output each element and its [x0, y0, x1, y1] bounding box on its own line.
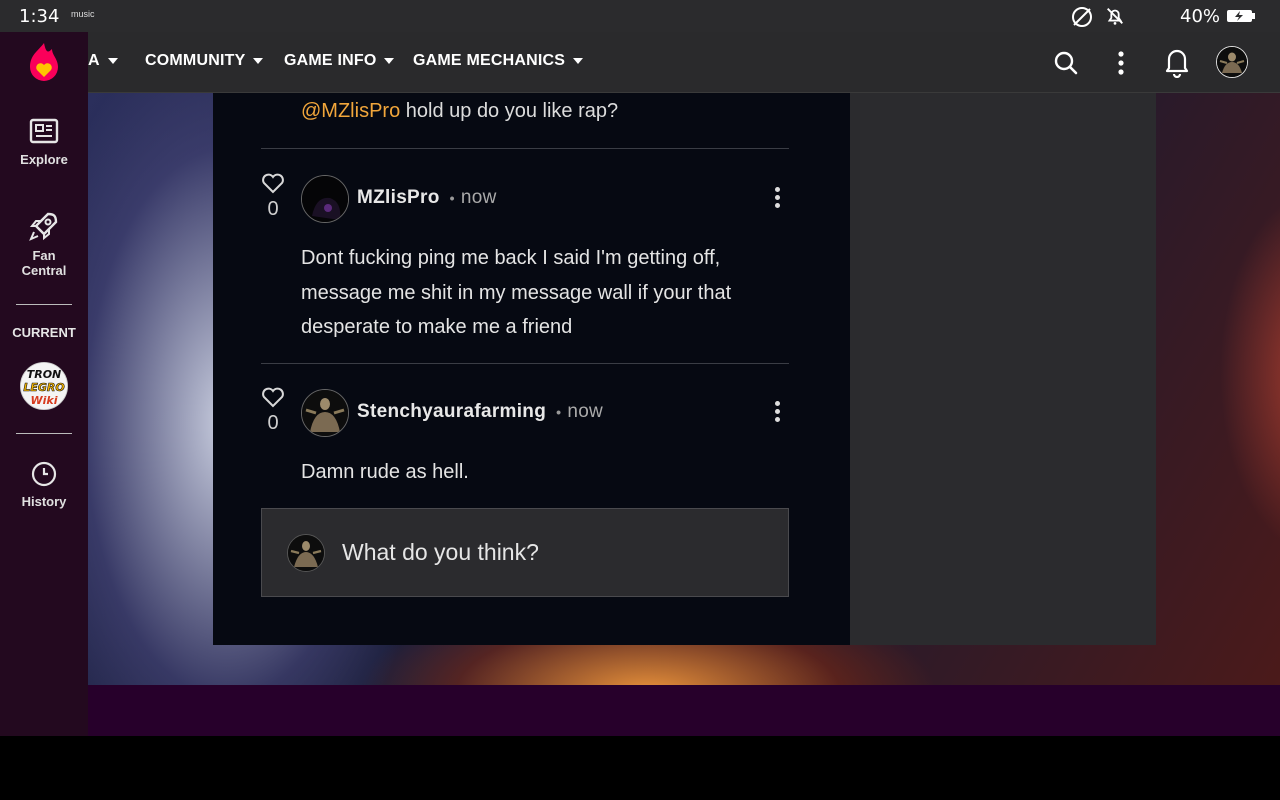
user-avatar[interactable]	[1216, 46, 1248, 78]
search-icon[interactable]	[1053, 50, 1079, 76]
battery-percent: 40%	[1180, 6, 1221, 27]
reply-avatar-image	[302, 176, 348, 222]
nav-item-label: GAME INFO	[284, 52, 377, 69]
nav-item-label: COMMUNITY	[145, 52, 246, 69]
like-count: 0	[267, 412, 279, 434]
current-wiki-avatar[interactable]: TRON LEGRO Wiki	[20, 362, 68, 410]
fandom-logo[interactable]	[0, 32, 88, 92]
reply-divider	[261, 148, 789, 149]
nav-item-game-info[interactable]: GAME INFO	[284, 52, 395, 70]
composer-placeholder: What do you think?	[342, 539, 539, 565]
battery-charging-icon	[1227, 10, 1255, 22]
user-mention-link[interactable]: @MZlisPro	[301, 100, 400, 122]
reply-avatar[interactable]	[301, 389, 349, 437]
reply-options-menu[interactable]	[771, 185, 783, 215]
reply-avatar-image	[302, 390, 348, 436]
reply-username[interactable]: Stenchyaurafarming • now	[357, 401, 603, 423]
reply-options-menu[interactable]	[771, 399, 783, 429]
clock-icon	[31, 461, 57, 487]
separator-dot: •	[556, 403, 562, 420]
sidebar-item-label: History	[21, 494, 67, 509]
sidebar-divider	[16, 433, 72, 434]
composer-avatar-image	[288, 535, 324, 571]
nav-item-truncated[interactable]: A	[88, 52, 118, 70]
rocket-icon	[29, 212, 58, 241]
explore-icon	[29, 118, 59, 144]
username-text: MZlisPro	[357, 187, 440, 208]
sidebar-item-label-line1: Fan	[32, 248, 56, 263]
status-time: 1:34	[19, 6, 60, 27]
reply-timestamp: now	[567, 401, 604, 422]
separator-dot: •	[449, 189, 455, 206]
reply-divider	[261, 363, 789, 364]
wiki-logo-text-1: TRON	[27, 368, 62, 381]
wiki-logo-text-3: Wiki	[31, 394, 58, 407]
music-app-icon: music	[71, 9, 95, 19]
like-heart-icon[interactable]	[261, 386, 285, 408]
no-sync-icon	[1072, 7, 1092, 27]
sidebar-divider	[16, 304, 72, 305]
sidebar-item-label-line2: Central	[21, 263, 67, 278]
screen-bottom-area	[0, 736, 1280, 800]
reply-body: hold up do you like rap?	[405, 100, 619, 122]
like-heart-icon[interactable]	[261, 172, 285, 194]
chevron-down-icon	[253, 57, 264, 64]
nav-item-label: GAME MECHANICS	[413, 52, 566, 69]
like-count: 0	[267, 198, 279, 220]
composer-avatar	[287, 534, 325, 572]
sidebar-item-history[interactable]: History	[0, 460, 88, 509]
sidebar-item-explore[interactable]: Explore	[0, 118, 88, 167]
reply-username[interactable]: MZlisPro • now	[357, 187, 497, 209]
chevron-down-icon	[107, 57, 118, 64]
chevron-down-icon	[573, 57, 584, 64]
nav-item-game-mechanics[interactable]: GAME MECHANICS	[413, 52, 584, 70]
reply-composer[interactable]: What do you think?	[261, 508, 789, 597]
wiki-top-nav: A COMMUNITY GAME INFO GAME MECHANICS	[88, 32, 1280, 93]
previous-reply-text: @MZlisPro hold up do you like rap?	[301, 100, 618, 123]
reply-body: Damn rude as hell.	[301, 461, 469, 483]
fandom-sidebar: Explore Fan Central CURRENT TRON LEGRO W…	[0, 32, 88, 736]
status-bar: 1:34 music 40%	[0, 0, 1280, 32]
username-text: Stenchyaurafarming	[357, 401, 547, 422]
current-wiki-heading: CURRENT	[12, 325, 76, 340]
wiki-logo-text-2: LEGRO	[23, 381, 64, 394]
reply-timestamp: now	[460, 187, 497, 208]
sidebar-item-fan-central[interactable]: Fan Central	[0, 210, 88, 278]
sidebar-item-label: Explore	[20, 152, 68, 167]
right-rail-panel	[850, 93, 1156, 645]
reply-body: Dont fucking ping me back I said I'm get…	[301, 247, 732, 338]
fandom-heart-logo-icon	[30, 43, 58, 81]
nav-item-label: A	[88, 52, 100, 69]
wiki-logo-image: TRON LEGRO Wiki	[21, 363, 67, 409]
nav-item-community[interactable]: COMMUNITY	[145, 52, 264, 70]
notifications-bell-icon[interactable]	[1165, 46, 1189, 78]
page-footer-band	[88, 685, 1280, 736]
more-options-icon[interactable]	[1115, 50, 1127, 76]
chevron-down-icon	[384, 57, 395, 64]
notifications-off-icon	[1107, 8, 1123, 25]
user-avatar-image	[1217, 47, 1247, 77]
reply-avatar[interactable]	[301, 175, 349, 223]
